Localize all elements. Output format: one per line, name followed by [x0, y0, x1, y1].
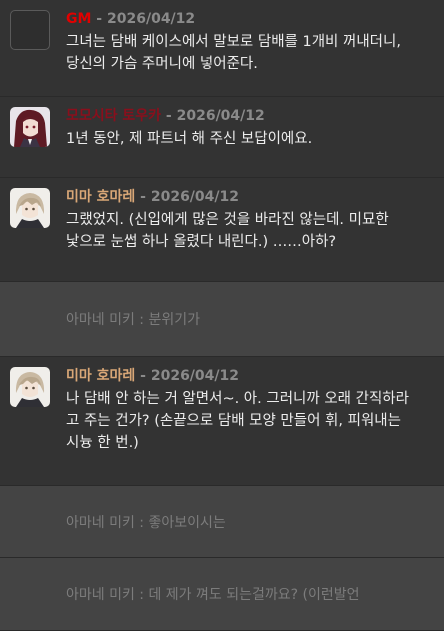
chat-message-homare: 미마 호마레 - 2026/04/12 나 담배 안 하는 거 알면서~. 아.…: [0, 357, 444, 486]
speaker-name[interactable]: 모모시타 토우카: [66, 108, 161, 124]
timestamp: - 2026/04/12: [135, 368, 239, 384]
message-header: 미마 호마레 - 2026/04/12: [66, 367, 432, 385]
gm-avatar[interactable]: [10, 10, 50, 50]
ooc-message: 아마네 미키 : 좋아보이시는: [0, 486, 444, 558]
message-text: 1년 동안, 제 파트너 해 주신 보답이에요.: [66, 131, 313, 147]
ooc-text: 아마네 미키 : 분위기가: [66, 312, 200, 328]
message-header: GM - 2026/04/12: [66, 10, 432, 28]
speaker-name[interactable]: 미마 호마레: [66, 368, 135, 384]
ooc-text: 아마네 미키 : 좋아보이시는: [66, 514, 226, 531]
chat-log: GM - 2026/04/12 그녀는 담배 케이스에서 말보로 담배를 1개비…: [0, 0, 444, 631]
ooc-text: 아마네 미키 : 데 제가 껴도 되는걸까요? (이런발언: [66, 587, 360, 603]
touka-avatar[interactable]: [10, 107, 50, 147]
homare-avatar[interactable]: [10, 188, 50, 228]
chat-message-homare: 미마 호마레 - 2026/04/12 그랬었지. (신입에게 많은 것을 바라…: [0, 178, 444, 282]
message-header: 미마 호마레 - 2026/04/12: [66, 188, 432, 206]
timestamp: - 2026/04/12: [161, 108, 265, 124]
message-header: 모모시타 토우카 - 2026/04/12: [66, 107, 432, 125]
speaker-name[interactable]: 미마 호마레: [66, 189, 135, 205]
chat-message-gm: GM - 2026/04/12 그녀는 담배 케이스에서 말보로 담배를 1개비…: [0, 0, 444, 97]
ooc-message: 아마네 미키 : 데 제가 껴도 되는걸까요? (이런발언: [0, 558, 444, 631]
speaker-name[interactable]: GM: [66, 11, 91, 27]
message-text: 그녀는 담배 케이스에서 말보로 담배를 1개비 꺼내더니, 당신의 가슴 주머…: [66, 34, 401, 72]
message-text: 그랬었지. (신입에게 많은 것을 바라진 않는데. 미묘한 낯으로 눈썹 하나…: [66, 212, 389, 250]
homare-avatar[interactable]: [10, 367, 50, 407]
timestamp: - 2026/04/12: [135, 189, 239, 205]
ooc-message: 아마네 미키 : 분위기가: [0, 282, 444, 357]
message-text: 나 담배 안 하는 거 알면서~. 아. 그러니까 오래 간직하라 고 주는 건…: [66, 391, 409, 451]
chat-message-touka: 모모시타 토우카 - 2026/04/12 1년 동안, 제 파트너 해 주신 …: [0, 97, 444, 178]
timestamp: - 2026/04/12: [91, 11, 196, 27]
